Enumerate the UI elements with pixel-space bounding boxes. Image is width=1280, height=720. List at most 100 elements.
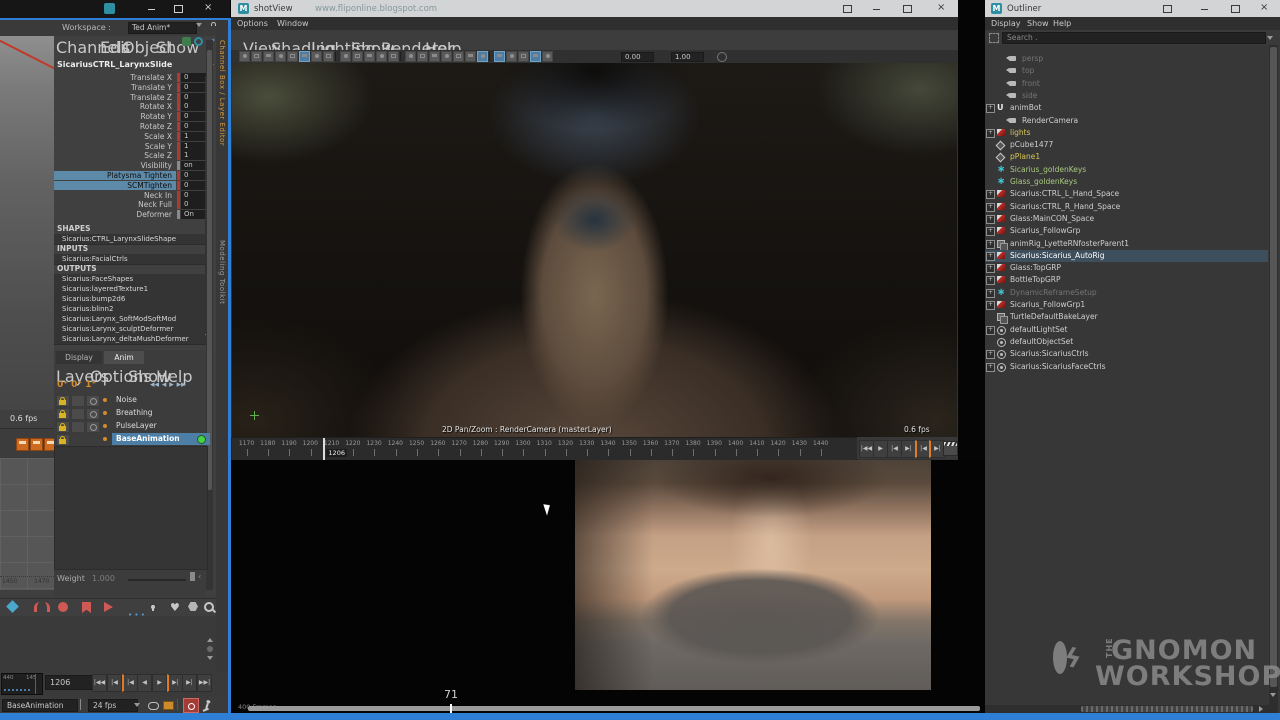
auto-keyframe-button[interactable] xyxy=(183,698,199,713)
tweezers-icon[interactable] xyxy=(34,602,50,612)
channel-attr-label[interactable]: Translate Y xyxy=(54,83,176,92)
viewport-toolbar-icon[interactable] xyxy=(251,51,262,62)
expand-icon[interactable]: + xyxy=(986,289,995,298)
channel-attr-label[interactable]: Rotate Y xyxy=(54,112,176,121)
layer-ghost-cell[interactable] xyxy=(86,408,100,420)
display-transform-icon[interactable] xyxy=(182,37,191,46)
viewport-toolbar-icon[interactable] xyxy=(477,51,488,62)
viewport-toolbar-icon[interactable] xyxy=(405,51,416,62)
layer-mute-cell[interactable] xyxy=(71,395,85,407)
tab-channel-box-layer-editor[interactable]: Channel Box / Layer Editor xyxy=(218,40,226,146)
outliner-item[interactable]: ∗Sicarius_goldenKeys xyxy=(985,164,1268,176)
clip-icon[interactable] xyxy=(163,701,174,710)
outliner-item[interactable]: persp xyxy=(985,53,1268,65)
outliner-item[interactable]: +animRig_LyetteRNfosterParent1 xyxy=(985,238,1268,250)
tab-modeling-toolkit[interactable]: Modeling Toolkit xyxy=(218,240,226,304)
outliner-item[interactable]: +Sicarius:SicariusFaceCtrls xyxy=(985,361,1268,373)
shelf-button-icon[interactable] xyxy=(30,438,43,451)
outliner-item[interactable]: +Glass:TopGRP xyxy=(985,262,1268,274)
clapper-snapshot-icon[interactable] xyxy=(943,441,958,456)
channel-attr-label[interactable]: SCMTighten xyxy=(54,181,176,190)
outliner-item[interactable]: +lights xyxy=(985,127,1268,139)
anim-prefs-runner-icon[interactable] xyxy=(205,703,209,709)
channel-attr-label[interactable]: Scale X xyxy=(54,132,176,141)
layer-lock-cell[interactable] xyxy=(56,395,70,407)
viewport-toolbar-icon[interactable] xyxy=(275,51,286,62)
channel-attr-label[interactable]: Scale Y xyxy=(54,142,176,151)
expand-icon[interactable]: + xyxy=(986,203,995,212)
scrollbar-thumb[interactable] xyxy=(1270,47,1277,687)
outliner-item[interactable]: +Sicarius:CTRL_R_Hand_Space xyxy=(985,201,1268,213)
minimize-icon[interactable] xyxy=(148,9,155,10)
viewport-toolbar-icon[interactable] xyxy=(299,51,310,62)
outliner-item[interactable]: +BottleTopGRP xyxy=(985,274,1268,286)
anim-layer-field[interactable]: BaseAnimation xyxy=(2,699,78,712)
help-menu[interactable]: Help xyxy=(1053,19,1071,28)
channelbox-menu-show[interactable]: Show xyxy=(156,38,199,57)
playback-button[interactable]: ◀ xyxy=(137,674,152,692)
scroll-up-icon[interactable] xyxy=(207,638,213,642)
outliner-item[interactable]: side xyxy=(985,90,1268,102)
scrubber-position-marker[interactable] xyxy=(450,704,452,713)
playback-button[interactable]: ▶| xyxy=(167,674,183,692)
section-item[interactable]: Sicarius:Larynx_deltaMushDeformer xyxy=(54,334,210,345)
outliner-item[interactable]: +Sicarius_FollowGrp xyxy=(985,225,1268,237)
toolbar-circle-icon[interactable] xyxy=(717,52,727,62)
viewport-toolbar-icon[interactable] xyxy=(429,51,440,62)
layer-name[interactable]: Breathing xyxy=(112,407,210,419)
weight-slider[interactable] xyxy=(128,579,186,581)
outliner-item[interactable]: TurtleDefaultBakeLayer xyxy=(985,311,1268,323)
shelf-button-icon[interactable] xyxy=(16,438,29,451)
expand-icon[interactable]: + xyxy=(986,350,995,359)
fps-dropdown[interactable]: 24 fps xyxy=(88,699,138,712)
viewport-toolbar-icon[interactable] xyxy=(494,51,505,62)
viewport-toolbar-icon[interactable] xyxy=(352,51,363,62)
shotview-time-slider[interactable]: 1170118011901200121012201230124012501260… xyxy=(231,437,858,461)
outliner-item[interactable]: +Glass:MainCON_Space xyxy=(985,213,1268,225)
display-menu[interactable]: Display xyxy=(991,19,1021,28)
video-scrubber[interactable] xyxy=(248,706,980,711)
options-menu[interactable]: Options xyxy=(237,19,268,28)
channel-attr-label[interactable]: Rotate Z xyxy=(54,122,176,131)
playback-button[interactable]: |◀ xyxy=(107,674,122,692)
outliner-hscrollbar[interactable] xyxy=(985,705,1278,713)
viewport-toolbar-icon[interactable] xyxy=(518,51,529,62)
record-circle-icon[interactable] xyxy=(58,602,68,612)
show-menu[interactable]: Show xyxy=(1027,19,1049,28)
channel-attr-label[interactable]: Rotate X xyxy=(54,102,176,111)
close-icon[interactable]: × xyxy=(937,3,945,13)
playback-button[interactable]: ▶| xyxy=(901,440,916,458)
character-icon[interactable] xyxy=(152,605,154,611)
outliner-item[interactable]: front xyxy=(985,78,1268,90)
maximize-icon[interactable] xyxy=(903,5,912,13)
viewport-toolbar-icon[interactable] xyxy=(340,51,351,62)
dock-icon[interactable] xyxy=(843,5,852,13)
channel-attr-label[interactable]: Neck In xyxy=(54,191,176,200)
search-input[interactable]: Search . xyxy=(1002,32,1266,44)
search-icon[interactable] xyxy=(204,602,214,612)
viewport-toolbar-icon[interactable] xyxy=(323,51,334,62)
playback-button[interactable]: |◀◀ xyxy=(92,674,107,692)
outliner-titlebar[interactable]: M Outliner × xyxy=(985,0,1280,17)
weight-key-icon[interactable]: ‹ xyxy=(198,572,201,581)
viewport-toolbar-icon[interactable] xyxy=(388,51,399,62)
viewport-toolbar-icon[interactable] xyxy=(417,51,428,62)
graph-editor-sliver[interactable]: 1450 1470 xyxy=(0,458,54,590)
outliner-vscrollbar[interactable] xyxy=(1269,45,1278,705)
outliner-item[interactable]: +defaultLightSet xyxy=(985,324,1268,336)
shotview-3d-viewport[interactable]: 2D Pan/Zoom : RenderCamera (masterLayer)… xyxy=(232,63,957,437)
layer-mute-cell[interactable] xyxy=(71,421,85,433)
outliner-item[interactable]: top xyxy=(985,65,1268,77)
viewport-toolbar-icon[interactable] xyxy=(364,51,375,62)
viewport-toolbar-icon[interactable] xyxy=(263,51,274,62)
playback-button[interactable]: |◀ xyxy=(887,440,902,458)
close-icon[interactable]: × xyxy=(1260,3,1268,13)
outliner-item[interactable]: defaultObjectSet xyxy=(985,336,1268,348)
anim-layer-row[interactable]: BaseAnimation xyxy=(54,433,206,445)
viewport-toolbar-icon[interactable] xyxy=(542,51,553,62)
playback-button[interactable]: ▶▶| xyxy=(197,674,212,692)
selected-object-name[interactable]: SicariusCTRL_LarynxSlide xyxy=(57,60,172,69)
outliner-item[interactable]: +Sicarius:Sicarius_AutoRig xyxy=(985,250,1268,262)
layer-name[interactable]: PulseLayer xyxy=(112,420,210,432)
toolbar-value-field[interactable]: 0.00 xyxy=(621,52,654,62)
